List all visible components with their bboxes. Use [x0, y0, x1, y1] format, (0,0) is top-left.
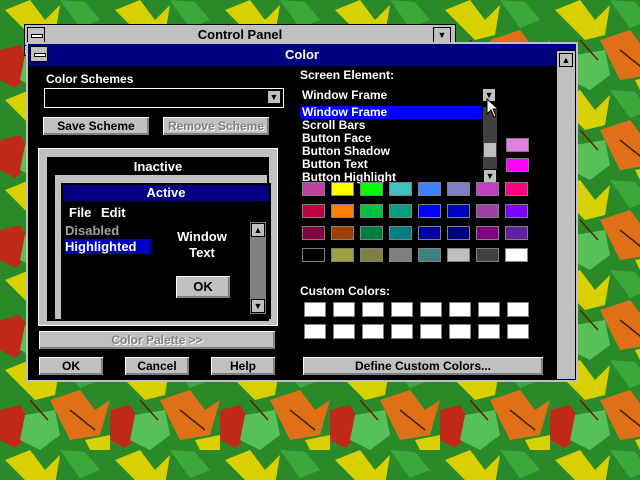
control-panel-minimize-button[interactable]: ▼ — [433, 27, 451, 43]
basic-color-swatch[interactable] — [331, 182, 354, 196]
preview-active-client — [63, 201, 269, 317]
screen-element-value: Window Frame — [302, 88, 388, 102]
basic-color-swatch[interactable] — [389, 204, 412, 218]
basic-color-swatch[interactable] — [447, 248, 470, 262]
preview-inactive-title: Inactive — [49, 159, 267, 175]
basic-color-swatch[interactable] — [389, 248, 412, 262]
screen-element-list[interactable]: Window Frame Scroll Bars Button Face But… — [300, 106, 498, 184]
color-dialog-title: Color — [28, 44, 576, 66]
preview-scrollbar: ▲ ▼ — [249, 221, 267, 315]
custom-color-swatch[interactable] — [362, 302, 384, 317]
basic-color-swatch[interactable] — [506, 158, 529, 172]
basic-color-swatch[interactable] — [331, 204, 354, 218]
preview-active-title: Active — [63, 185, 269, 201]
preview-disabled-text: Disabled — [65, 223, 120, 238]
basic-color-swatch[interactable] — [418, 248, 441, 262]
ok-button[interactable]: OK — [38, 356, 104, 376]
basic-color-swatch[interactable] — [418, 182, 441, 196]
color-palette-button[interactable]: Color Palette >> — [38, 330, 276, 350]
basic-color-swatch[interactable] — [360, 204, 383, 218]
define-custom-colors-button[interactable]: Define Custom Colors... — [302, 356, 544, 376]
basic-color-swatch[interactable] — [302, 182, 325, 196]
custom-color-swatch[interactable] — [478, 324, 500, 339]
basic-color-swatch[interactable] — [360, 226, 383, 240]
basic-color-swatch[interactable] — [476, 204, 499, 218]
save-scheme-button[interactable]: Save Scheme — [42, 116, 150, 136]
scroll-down-icon[interactable]: ▼ — [483, 169, 497, 183]
preview-window-text-1: Window — [177, 229, 227, 244]
custom-colors-label: Custom Colors: — [300, 284, 390, 298]
basic-color-swatch[interactable] — [331, 226, 354, 240]
basic-color-swatch[interactable] — [360, 248, 383, 262]
system-menu-icon — [31, 34, 43, 38]
custom-color-swatch[interactable] — [449, 302, 471, 317]
system-menu-icon — [34, 53, 46, 57]
control-panel-system-menu-button[interactable] — [27, 27, 45, 43]
custom-color-swatch[interactable] — [333, 302, 355, 317]
custom-color-swatch[interactable] — [507, 324, 529, 339]
color-dialog-system-menu-button[interactable] — [30, 46, 48, 62]
basic-color-swatch[interactable] — [389, 182, 412, 196]
custom-color-swatch[interactable] — [391, 324, 413, 339]
help-button[interactable]: Help — [210, 356, 276, 376]
scroll-thumb[interactable] — [484, 143, 496, 157]
basic-color-swatch[interactable] — [505, 182, 528, 196]
preview-menu-file: File — [69, 205, 92, 220]
basic-color-swatch[interactable] — [418, 226, 441, 240]
color-schemes-combo[interactable]: ▼ — [44, 88, 284, 108]
custom-color-swatch[interactable] — [420, 324, 442, 339]
scroll-up-icon[interactable]: ▲ — [559, 53, 573, 67]
basic-color-swatch[interactable] — [476, 226, 499, 240]
control-panel-scrollbar[interactable]: ▲ — [556, 50, 576, 380]
basic-color-swatch[interactable] — [476, 248, 499, 262]
basic-color-swatch[interactable] — [506, 138, 529, 152]
custom-color-swatch[interactable] — [304, 302, 326, 317]
basic-color-swatch[interactable] — [389, 226, 412, 240]
preview-window-text-2: Text — [189, 245, 215, 260]
preview-highlighted-text: Highlighted — [65, 239, 151, 254]
basic-color-swatch[interactable] — [331, 248, 354, 262]
basic-color-swatch[interactable] — [505, 248, 528, 262]
mouse-cursor-icon — [486, 98, 500, 118]
basic-color-swatch[interactable] — [418, 204, 441, 218]
basic-color-swatch[interactable] — [302, 248, 325, 262]
custom-color-swatch[interactable] — [304, 324, 326, 339]
screen-element-combo[interactable]: Window Frame ▼ — [300, 86, 498, 104]
preview-inactive-border — [49, 175, 55, 319]
custom-color-swatch[interactable] — [391, 302, 413, 317]
basic-color-swatch[interactable] — [447, 226, 470, 240]
custom-color-swatch[interactable] — [333, 324, 355, 339]
custom-color-swatch[interactable] — [362, 324, 384, 339]
remove-scheme-button[interactable]: Remove Scheme — [162, 116, 270, 136]
color-preview-area: Inactive Active File Edit Disabled Highl… — [38, 148, 278, 326]
cancel-button[interactable]: Cancel — [124, 356, 190, 376]
custom-color-swatch[interactable] — [507, 302, 529, 317]
basic-color-swatch[interactable] — [505, 226, 528, 240]
basic-color-swatch[interactable] — [447, 204, 470, 218]
scroll-up-icon: ▲ — [251, 223, 265, 237]
dropdown-arrow-icon[interactable]: ▼ — [267, 90, 281, 104]
preview-active-window: Active File Edit Disabled Highlighted Wi… — [61, 183, 271, 319]
custom-color-swatch[interactable] — [478, 302, 500, 317]
scroll-down-icon: ▼ — [251, 299, 265, 313]
basic-color-swatch[interactable] — [360, 182, 383, 196]
color-schemes-label: Color Schemes — [46, 72, 134, 86]
color-dialog: Color Color Schemes ▼ Save Scheme Remove… — [26, 42, 578, 382]
preview-menu-edit: Edit — [101, 205, 126, 220]
basic-color-swatch[interactable] — [302, 204, 325, 218]
preview-ok-button: OK — [175, 275, 231, 299]
basic-color-swatch[interactable] — [505, 204, 528, 218]
basic-color-swatch[interactable] — [476, 182, 499, 196]
basic-color-swatch[interactable] — [447, 182, 470, 196]
screen-element-label: Screen Element: — [300, 68, 395, 82]
custom-color-swatch[interactable] — [449, 324, 471, 339]
basic-color-swatch[interactable] — [302, 226, 325, 240]
custom-color-swatch[interactable] — [420, 302, 442, 317]
